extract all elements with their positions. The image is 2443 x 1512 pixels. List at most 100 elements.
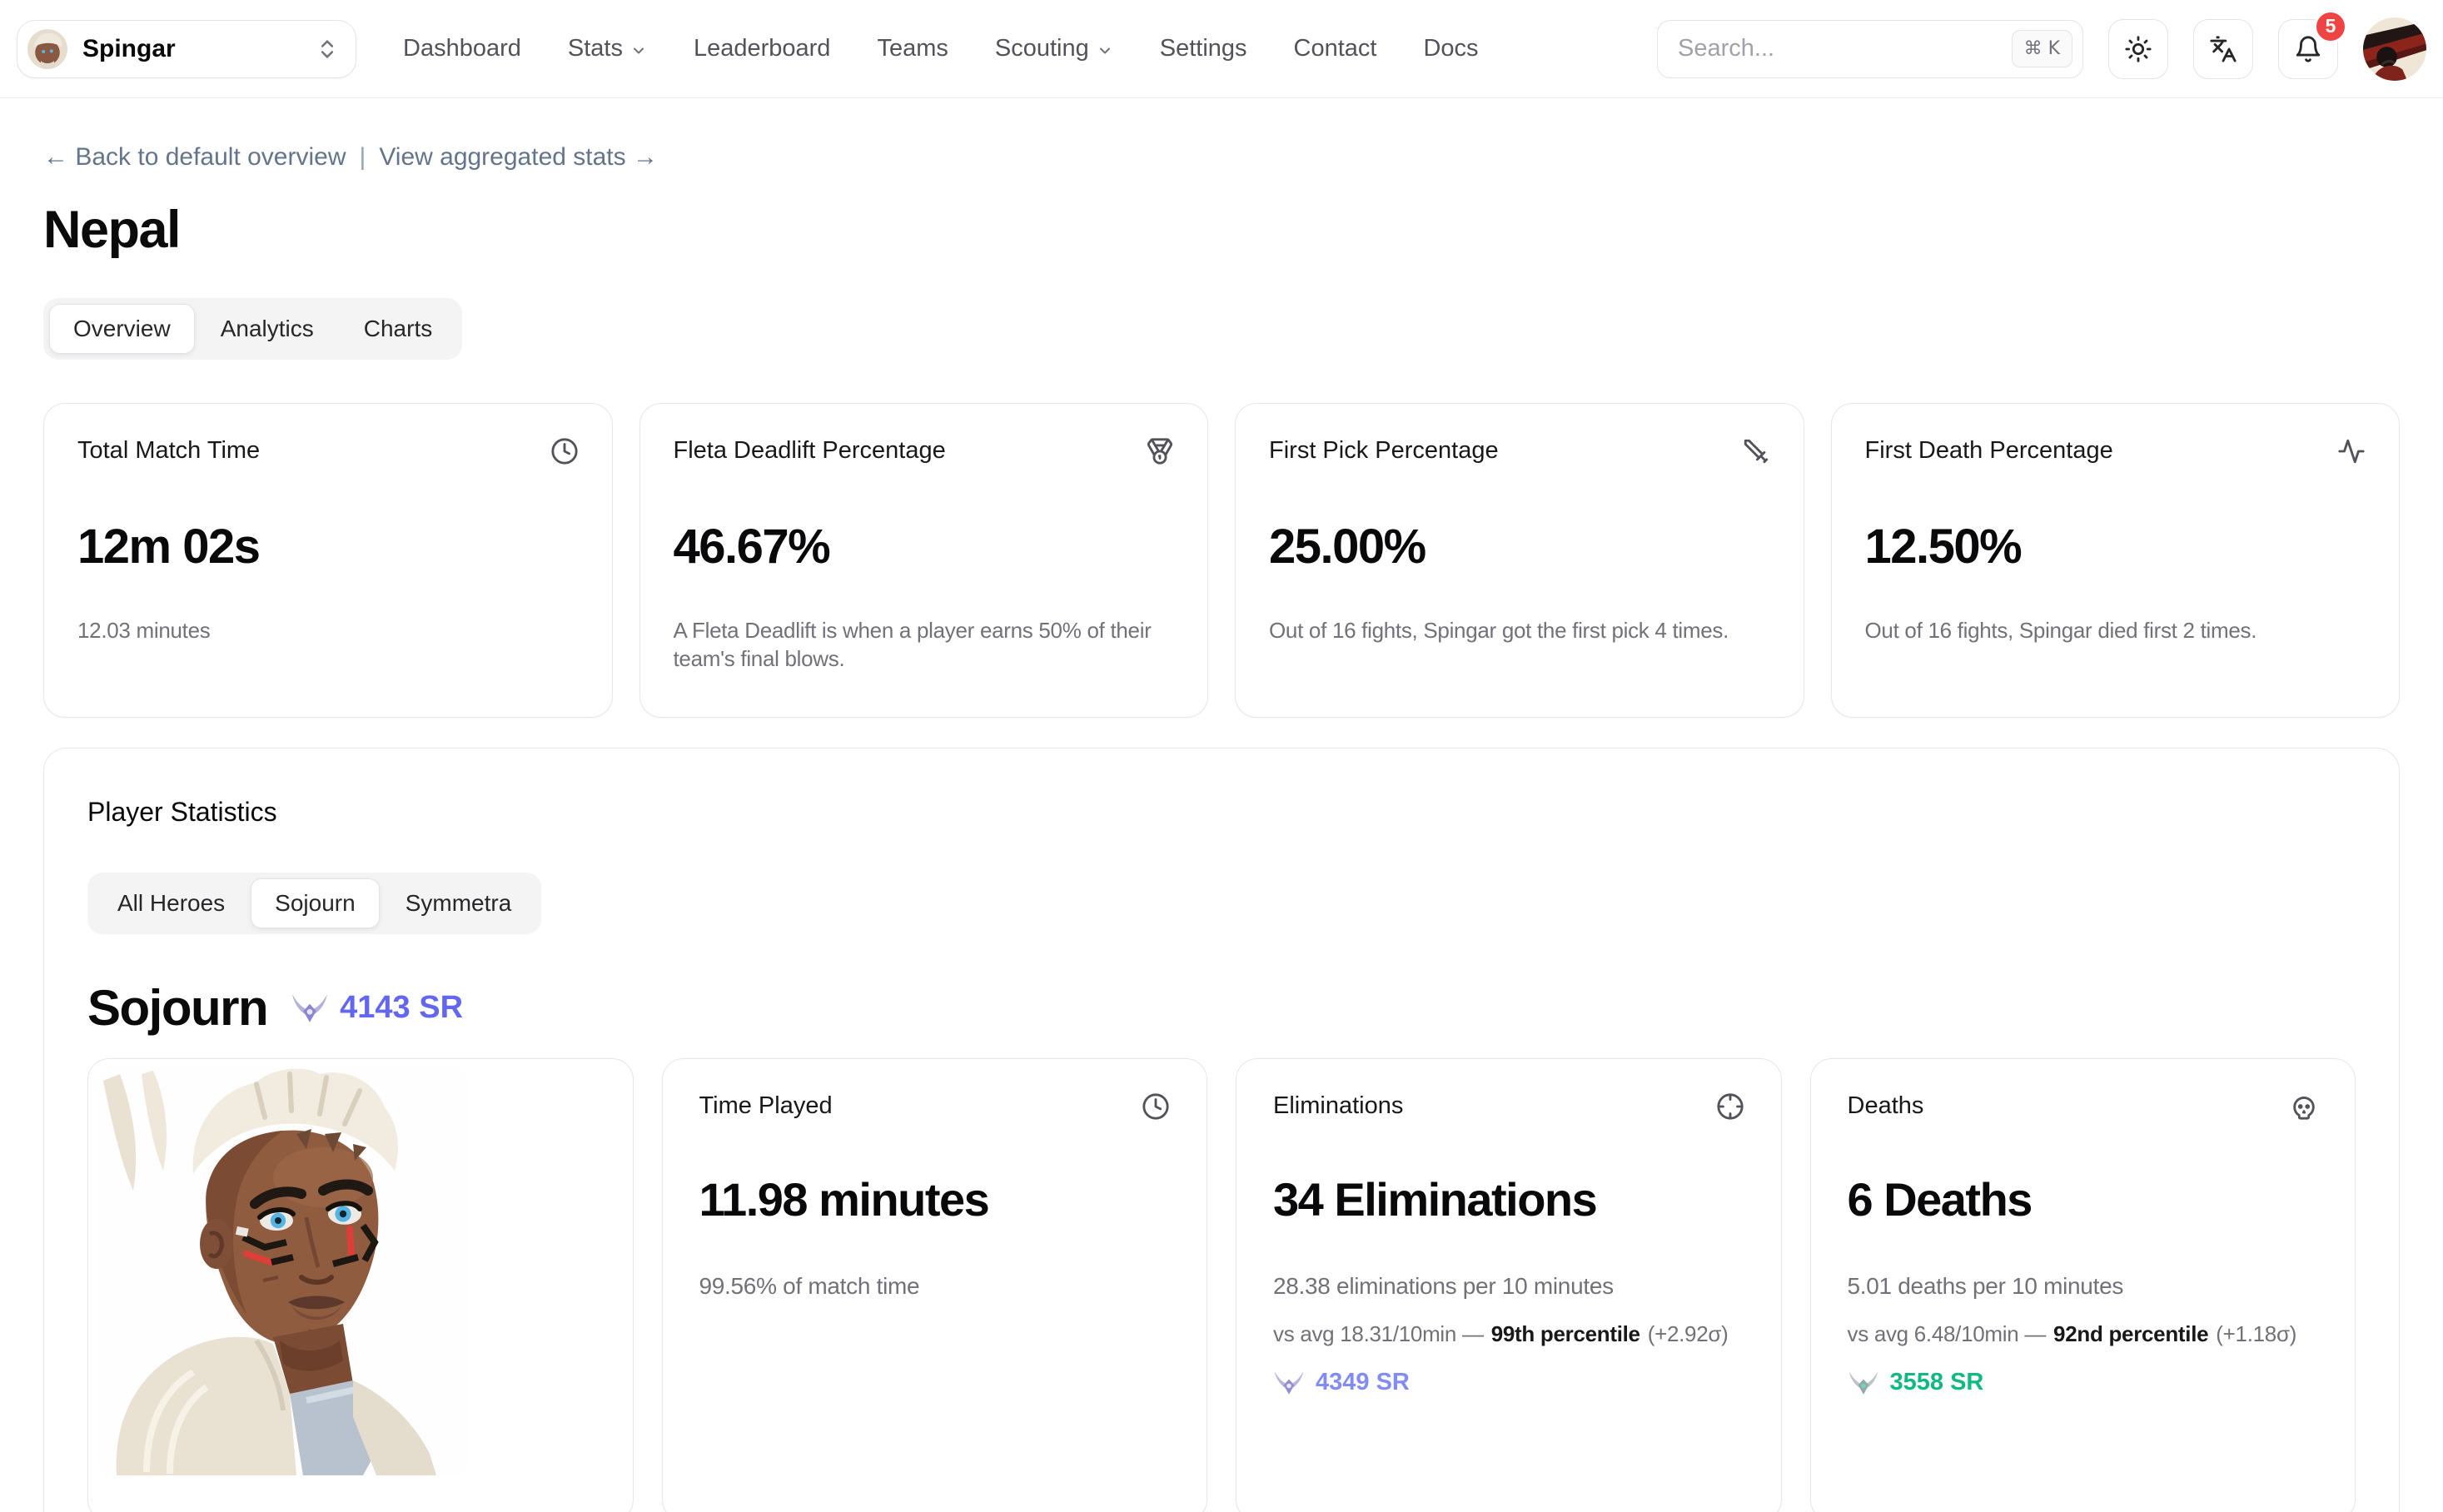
percentile-line: vs avg 6.48/10min —92nd percentile (+1.18… — [1848, 1321, 2319, 1347]
main-nav: Dashboard Stats Leaderboard Teams Scouti… — [403, 35, 1479, 62]
card-title: Fleta Deadlift Percentage — [674, 437, 946, 465]
chevron-down-icon — [1097, 42, 1113, 59]
eliminations-card: Eliminations 34 Eliminations 28.38 elimi… — [1236, 1058, 1782, 1512]
player-selector[interactable]: Spingar — [17, 20, 356, 78]
vs-avg-text: vs avg 6.48/10min — — [1848, 1321, 2047, 1346]
activity-icon — [2337, 437, 2366, 465]
percentile-text: 99th percentile — [1491, 1321, 1640, 1346]
tab-overview[interactable]: Overview — [49, 304, 195, 354]
deaths-card: Deaths 6 Deaths 5.01 deaths per 10 minut… — [1810, 1058, 2356, 1512]
rank-badge-icon — [291, 992, 329, 1023]
hero-portrait-card — [87, 1058, 634, 1512]
card-subtext: Out of 16 fights, Spingar got the first … — [1269, 616, 1770, 644]
tab-analytics[interactable]: Analytics — [197, 304, 338, 354]
main-content: ← Back to default overview | View aggreg… — [0, 143, 2443, 1512]
percentile-line: vs avg 18.31/10min — 99th percentile (+2.9… — [1273, 1321, 1744, 1347]
nav-scouting[interactable]: Scouting — [995, 35, 1113, 62]
chevrons-up-down-icon — [316, 37, 339, 61]
sigma-text: (+2.92σ) — [1648, 1321, 1729, 1346]
sr-rating: 4349 SR — [1273, 1369, 1744, 1396]
view-aggregated-stats-link[interactable]: View aggregated stats → — [379, 143, 658, 172]
notifications-button[interactable]: 5 — [2278, 19, 2338, 79]
card-title: Eliminations — [1273, 1092, 1403, 1120]
nav-dashboard[interactable]: Dashboard — [403, 35, 521, 62]
card-value: 34 Eliminations — [1273, 1172, 1744, 1226]
bell-icon — [2294, 35, 2322, 63]
language-button[interactable] — [2193, 19, 2253, 79]
hero-sr-rating: 4143 SR — [291, 990, 463, 1026]
page-title: Nepal — [43, 200, 2400, 260]
vs-avg-text: vs avg 18.31/10min — — [1273, 1321, 1484, 1346]
hero-name: Sojourn — [87, 979, 267, 1037]
search-placeholder: Search... — [1678, 35, 2012, 62]
nav-leaderboard[interactable]: Leaderboard — [694, 35, 830, 62]
card-subtext: Out of 16 fights, Spingar died first 2 t… — [1865, 616, 2366, 644]
top-navigation-bar: Spingar Dashboard Stats Leaderboard Team… — [0, 0, 2443, 98]
skull-icon — [2290, 1092, 2318, 1121]
nav-docs[interactable]: Docs — [1423, 35, 1478, 62]
page-tabs: Overview Analytics Charts — [43, 298, 462, 360]
nav-settings[interactable]: Settings — [1160, 35, 1247, 62]
card-value: 12.50% — [1865, 519, 2366, 574]
sigma-text: (+1.18σ) — [2216, 1321, 2296, 1346]
sword-icon — [1742, 437, 1770, 465]
player-selector-label: Spingar — [82, 35, 301, 63]
hero-heading: Sojourn 4143 SR — [87, 979, 2356, 1037]
card-title: First Death Percentage — [1865, 437, 2113, 465]
card-subtext: 12.03 minutes — [77, 616, 579, 644]
total-match-time-card: Total Match Time 12m 02s 12.03 minutes — [43, 403, 613, 718]
tab-sojourn[interactable]: Sojourn — [251, 878, 380, 928]
percentile-text: 92nd percentile — [2053, 1321, 2208, 1346]
time-played-card: Time Played 11.98 minutes 99.56% of matc… — [662, 1058, 1208, 1512]
card-subtext: A Fleta Deadlift is when a player earns … — [674, 616, 1175, 674]
nav-contact[interactable]: Contact — [1294, 35, 1377, 62]
tab-charts[interactable]: Charts — [340, 304, 456, 354]
first-pick-card: First Pick Percentage 25.00% Out of 16 f… — [1235, 403, 1804, 718]
user-avatar[interactable] — [2363, 17, 2426, 81]
search-input[interactable]: Search... ⌘ K — [1657, 20, 2083, 78]
breadcrumb-separator: | — [360, 143, 366, 172]
card-title: Total Match Time — [77, 437, 260, 465]
hero-tabs: All Heroes Sojourn Symmetra — [87, 873, 541, 934]
topbar-right-group: Search... ⌘ K 5 — [1657, 17, 2426, 81]
search-shortcut-kbd: ⌘ K — [2012, 30, 2072, 67]
card-title: First Pick Percentage — [1269, 437, 1499, 465]
rank-badge-icon — [1848, 1370, 1879, 1395]
rank-badge-icon — [1273, 1370, 1305, 1395]
breadcrumb: ← Back to default overview | View aggreg… — [43, 143, 2400, 172]
fleta-deadlift-card: Fleta Deadlift Percentage 46.67% A Fleta… — [639, 403, 1209, 718]
app-root: Spingar Dashboard Stats Leaderboard Team… — [0, 0, 2443, 1512]
card-value: 46.67% — [674, 519, 1175, 574]
card-subtext: 5.01 deaths per 10 minutes — [1848, 1273, 2319, 1300]
notification-count-badge: 5 — [2314, 10, 2347, 43]
first-death-card: First Death Percentage 12.50% Out of 16 … — [1831, 403, 2401, 718]
map-stat-cards: Total Match Time 12m 02s 12.03 minutes F… — [43, 403, 2400, 718]
nav-teams[interactable]: Teams — [877, 35, 948, 62]
card-value: 25.00% — [1269, 519, 1770, 574]
nav-stats[interactable]: Stats — [568, 35, 647, 62]
card-subtext: 28.38 eliminations per 10 minutes — [1273, 1273, 1744, 1300]
back-to-overview-link[interactable]: ← Back to default overview — [43, 143, 346, 172]
languages-icon — [2209, 35, 2237, 63]
chevron-down-icon — [630, 42, 647, 59]
sr-rating: 3558 SR — [1848, 1369, 2319, 1396]
clock-icon — [1142, 1092, 1170, 1121]
player-statistics-panel: Player Statistics All Heroes Sojourn Sym… — [43, 748, 2400, 1512]
medal-icon — [1146, 437, 1174, 465]
theme-toggle-button[interactable] — [2108, 19, 2168, 79]
sojourn-portrait-image — [97, 1067, 470, 1475]
crosshair-icon — [1716, 1092, 1744, 1121]
tab-all-heroes[interactable]: All Heroes — [93, 878, 249, 928]
card-value: 12m 02s — [77, 519, 579, 574]
clock-icon — [550, 437, 579, 465]
player-avatar — [27, 29, 67, 69]
card-subtext: 99.56% of match time — [699, 1273, 1171, 1300]
sun-icon — [2124, 35, 2152, 63]
panel-title: Player Statistics — [87, 797, 2356, 828]
card-title: Deaths — [1848, 1092, 1924, 1120]
card-value: 6 Deaths — [1848, 1172, 2319, 1226]
tab-symmetra[interactable]: Symmetra — [381, 878, 536, 928]
hero-stat-cards: Time Played 11.98 minutes 99.56% of matc… — [87, 1058, 2356, 1512]
card-value: 11.98 minutes — [699, 1172, 1171, 1226]
card-title: Time Played — [699, 1092, 833, 1120]
